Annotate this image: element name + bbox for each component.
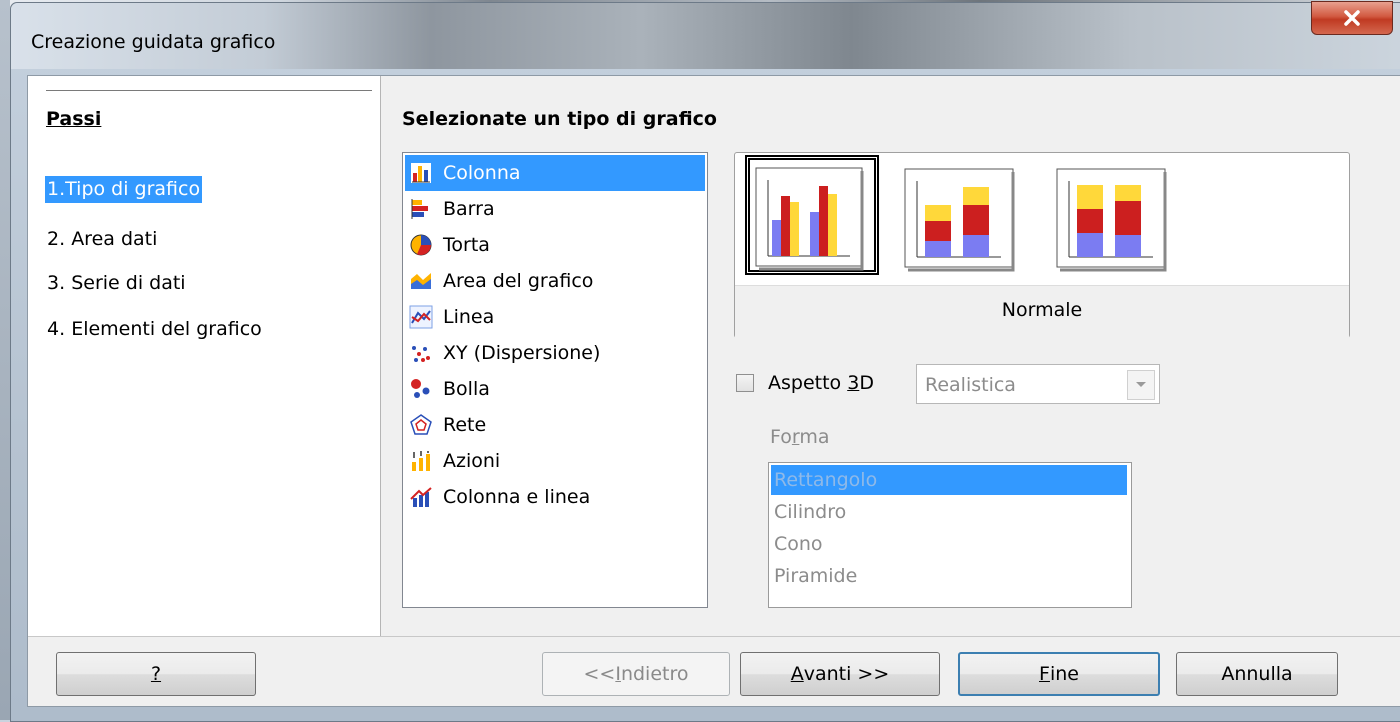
close-icon <box>1344 10 1360 26</box>
variant-stacked[interactable] <box>901 165 1025 275</box>
chart-type-item[interactable]: Torta <box>405 227 705 263</box>
area-chart-icon <box>411 273 431 289</box>
chart-type-item[interactable]: Linea <box>405 299 705 335</box>
variant-normal[interactable] <box>745 155 879 275</box>
chart-type-list[interactable]: Colonna Barra Torta Area del grafico Lin… <box>402 152 708 608</box>
shape-item[interactable]: Rettangolo <box>771 465 1127 495</box>
stock-chart-icon <box>412 451 430 471</box>
column-chart-icon <box>411 163 431 183</box>
chart-type-item[interactable]: Rete <box>405 407 705 443</box>
line-chart-icon <box>409 305 433 329</box>
shape-list[interactable]: Rettangolo Cilindro Cono Piramide <box>768 462 1132 608</box>
bar-chart-icon <box>411 199 428 219</box>
normal-column-variant-icon <box>755 167 864 271</box>
chart-type-item[interactable]: Bolla <box>405 371 705 407</box>
content-heading: Selezionate un tipo di grafico <box>402 108 717 130</box>
step-chart-type[interactable]: 1.Tipo di grafico <box>45 176 203 203</box>
pie-chart-icon <box>410 234 432 256</box>
chart-variant-panel: Normale <box>734 152 1350 338</box>
chart-wizard-dialog: Creazione guidata grafico Passi 1.Tipo d… <box>10 1 1400 722</box>
window-title: Creazione guidata grafico <box>31 31 276 53</box>
aspect-3d-checkbox[interactable] <box>736 374 754 392</box>
chart-type-item[interactable]: Barra <box>405 191 705 227</box>
title-bar[interactable]: Creazione guidata grafico <box>11 1 1400 69</box>
chart-type-item[interactable]: Azioni <box>405 443 705 479</box>
background-edge <box>0 0 10 720</box>
variant-label: Normale <box>1001 299 1083 321</box>
bubble-chart-icon <box>411 379 430 398</box>
net-chart-icon <box>410 414 432 435</box>
stacked-column-variant-icon <box>904 168 1015 272</box>
chart-type-item[interactable]: Area del grafico <box>405 263 705 299</box>
help-button[interactable]: ? <box>56 652 256 696</box>
dialog-client: Passi 1.Tipo di grafico 2. Area dati 3. … <box>27 75 1400 707</box>
back-button[interactable]: << Indietro <box>542 652 730 696</box>
aspect-3d-combo[interactable]: Realistica <box>916 364 1160 404</box>
combo-value: Realistica <box>925 374 1016 396</box>
step-data-series[interactable]: 3. Serie di dati <box>45 270 188 297</box>
steps-heading: Passi <box>46 108 102 130</box>
chart-type-item[interactable]: Colonna <box>405 155 705 191</box>
step-chart-elements[interactable]: 4. Elementi del grafico <box>45 316 264 343</box>
chart-type-item[interactable]: XY (Dispersione) <box>405 335 705 371</box>
percent-stacked-column-variant-icon <box>1056 168 1167 272</box>
scatter-chart-icon <box>412 346 430 362</box>
steps-pane: Passi 1.Tipo di grafico 2. Area dati 3. … <box>28 76 381 636</box>
finish-button[interactable]: Fine <box>958 652 1160 696</box>
combo-dropdown-button[interactable] <box>1127 370 1155 400</box>
variant-percent-stacked[interactable] <box>1053 165 1177 275</box>
aspect-3d-label[interactable]: Aspetto 3D <box>768 372 874 394</box>
shape-item[interactable]: Cono <box>771 529 1127 559</box>
chart-type-item[interactable]: Colonna e linea <box>405 479 705 515</box>
cancel-button[interactable]: Annulla <box>1176 652 1338 696</box>
close-button[interactable] <box>1311 1 1393 35</box>
button-bar-divider <box>28 636 1400 637</box>
step-data-range[interactable]: 2. Area dati <box>45 226 159 253</box>
shape-item[interactable]: Cilindro <box>771 497 1127 527</box>
column-line-chart-icon <box>410 487 432 507</box>
shape-item[interactable]: Piramide <box>771 561 1127 591</box>
next-button[interactable]: Avanti >> <box>740 652 940 696</box>
shape-label: Forma <box>770 426 830 448</box>
steps-divider <box>46 90 372 91</box>
chevron-down-icon <box>1136 382 1146 387</box>
